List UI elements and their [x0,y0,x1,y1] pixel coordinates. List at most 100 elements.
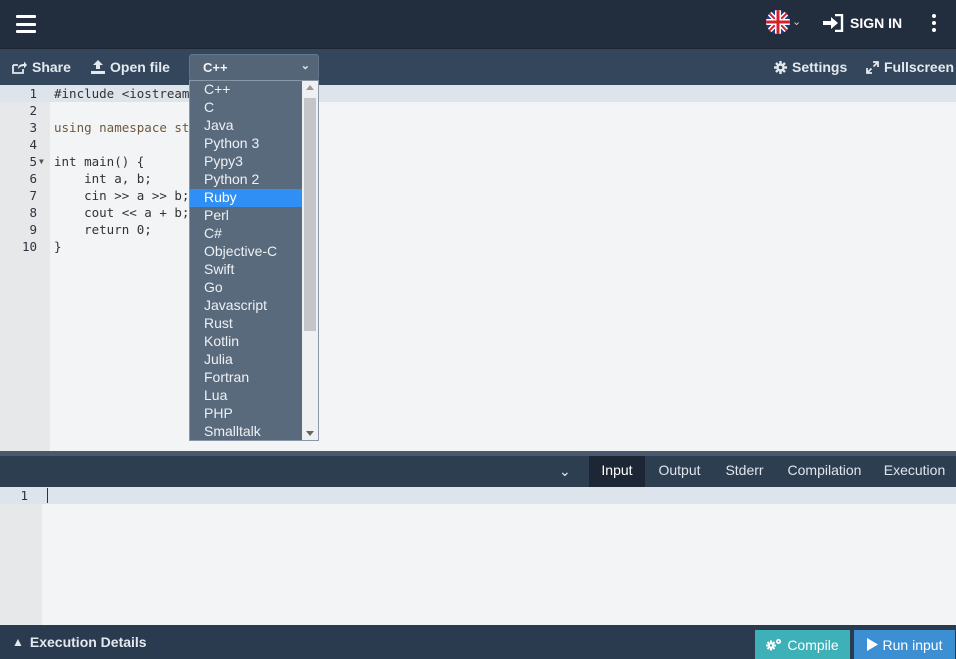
line-number: 4 [29,137,37,152]
text-cursor [47,488,48,503]
tab-execution[interactable]: Execution [873,456,956,487]
upload-icon [91,60,105,74]
line-number: 9 [29,222,37,237]
language-option[interactable]: PHP [190,405,302,423]
scroll-down-arrow-icon[interactable] [306,431,314,436]
dropdown-scrollbar[interactable] [302,81,318,440]
language-option[interactable]: C++ [190,81,302,99]
scroll-up-arrow-icon[interactable] [306,85,314,90]
language-option[interactable]: Perl [190,207,302,225]
language-option[interactable]: Rust [190,315,302,333]
code-line: 2 [0,102,956,119]
fullscreen-button[interactable]: Fullscreen [866,49,954,85]
collapse-chevron-icon[interactable]: ⌄ [559,463,571,480]
code-line: 9 return 0; [0,221,956,238]
language-option[interactable]: C# [190,225,302,243]
settings-button[interactable]: Settings [774,49,847,85]
code-line: 4 [0,136,956,153]
code-line: 8 cout << a + b; [0,204,956,221]
language-select[interactable]: C++ ⌄ [189,54,319,81]
tab-output[interactable]: Output [646,456,713,487]
language-option[interactable]: Go [190,279,302,297]
language-option[interactable]: Swift [190,261,302,279]
expand-icon [866,60,879,74]
language-option[interactable]: C [190,99,302,117]
language-option[interactable]: Pypy3 [190,153,302,171]
input-editor[interactable]: 1 [0,487,956,625]
code-line: 6 int a, b; [0,170,956,187]
tab-compilation[interactable]: Compilation [776,456,873,487]
line-number: 1 [20,488,28,503]
language-option[interactable]: Lua [190,387,302,405]
code-text: int main() { [54,154,145,169]
sign-in-label: SIGN IN [850,15,903,31]
tab-input[interactable]: Input [589,456,645,487]
code-line: 3 using namespace st [0,119,956,136]
fold-arrow-icon[interactable]: ▼ [39,153,44,170]
open-file-label: Open file [110,59,170,75]
language-option[interactable]: Kotlin [190,333,302,351]
sign-in-icon [823,14,844,32]
code-text: #include <iostream [54,86,190,101]
line-number: 6 [29,171,37,186]
open-file-button[interactable]: Open file [91,49,170,85]
language-option[interactable]: Python 2 [190,171,302,189]
language-option[interactable]: Julia [190,351,302,369]
chevron-down-icon: ⌄ [300,60,310,72]
line-number: 1 [29,86,37,101]
tab-stderr[interactable]: Stderr [713,456,776,487]
code-text: return 0; [54,222,152,237]
fullscreen-label: Fullscreen [884,59,955,75]
code-text: } [54,239,62,254]
line-number: 10 [21,239,37,254]
language-options: C++ C Java Python 3 Pypy3 Python 2 Ruby Perl C# O… [190,81,302,440]
top-navbar: ⌄ SIGN IN [0,0,956,48]
code-editor[interactable]: 1 #include <iostream 2 3 using namespace… [0,85,956,451]
compile-label: Compile [787,636,839,653]
execution-details-label: Execution Details [29,634,147,650]
code-line: 7 cin >> a >> b; [0,187,956,204]
input-gutter [0,487,42,625]
language-option[interactable]: Javascript [190,297,302,315]
sign-in-button[interactable]: SIGN IN [822,13,902,33]
bottom-bar: ▲ Execution Details Compile Run input [0,625,956,659]
share-label: Share [32,59,71,75]
compile-button[interactable]: Compile [755,630,850,659]
scrollbar-thumb[interactable] [304,98,316,331]
code-line: 10 } [0,238,956,255]
language-option[interactable]: Java [190,117,302,135]
language-dropdown-list[interactable]: C++ C Java Python 3 Pypy3 Python 2 Ruby Perl C# O… [189,80,319,441]
settings-label: Settings [792,59,848,75]
code-line: 5 ▼ int main() { [0,153,956,170]
language-select-value: C++ [203,60,228,75]
toolbar: Share Open file C++ ⌄ Settings Fullscree… [0,48,956,85]
line-number: 3 [29,120,37,135]
vertical-dots-icon[interactable] [931,14,937,34]
line-number: 2 [29,103,37,118]
active-line-highlight [0,487,956,504]
language-option[interactable]: Fortran [190,369,302,387]
run-input-button[interactable]: Run input [854,630,955,659]
uk-flag-icon[interactable] [766,10,790,34]
language-option[interactable]: Python 3 [190,135,302,153]
code-text: int a, b; [54,171,152,186]
share-icon [12,61,27,74]
language-option[interactable]: Objective-C [190,243,302,261]
gear-icon [774,60,787,74]
hamburger-icon[interactable] [16,15,36,33]
language-option[interactable]: Ruby [190,189,302,207]
code-text: cout << a + b; [54,205,190,220]
code-text: cin >> a >> b; [54,188,190,203]
code-line: 1 #include <iostream [0,85,956,102]
chevron-down-icon[interactable]: ⌄ [792,15,801,28]
line-number: 8 [29,205,37,220]
play-icon [866,638,878,651]
language-option[interactable]: Smalltalk [190,423,302,440]
line-number: 7 [29,188,37,203]
share-button[interactable]: Share [12,49,71,85]
run-label: Run input [882,636,943,653]
line-number: 5 [29,154,37,169]
execution-details-toggle[interactable]: ▲ Execution Details [12,625,147,659]
io-tab-bar: ⌄ Input Output Stderr Compilation Execut… [0,456,956,487]
code-text: using namespace st [54,120,190,135]
